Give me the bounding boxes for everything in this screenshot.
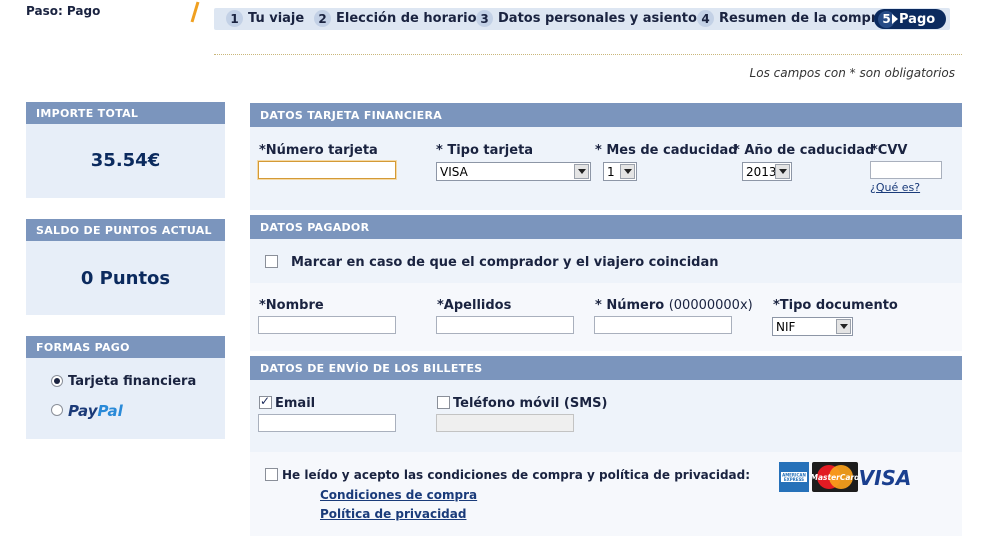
card-type-value: VISA — [440, 164, 468, 179]
svg-text:VISA: VISA — [860, 466, 910, 490]
expiry-month-select[interactable]: 1 — [603, 162, 637, 181]
name-label: *Nombre — [259, 298, 324, 313]
step-datos-personales[interactable]: 3 Datos personales y asientos — [476, 9, 705, 28]
expiry-year-select[interactable]: 2013 — [742, 162, 792, 181]
card-number-label: *Número tarjeta — [259, 143, 378, 158]
card-type-select[interactable]: VISA — [436, 162, 591, 181]
surname-input[interactable] — [436, 316, 574, 334]
chevron-down-icon[interactable] — [574, 164, 589, 179]
points-balance-header: SALDO DE PUNTOS ACTUAL — [26, 219, 225, 241]
document-number-input[interactable] — [594, 316, 732, 334]
step-pago-active: 5 Pago — [874, 9, 946, 29]
expiry-year-value: 2013 — [746, 164, 777, 179]
expiry-month-value: 1 — [607, 164, 615, 179]
email-input[interactable] — [258, 414, 396, 432]
total-amount-header: IMPORTE TOTAL — [26, 102, 225, 124]
paypal-logo[interactable]: PayPal — [68, 402, 123, 420]
step-label: Pago — [899, 11, 936, 27]
terms-checkbox[interactable] — [265, 468, 278, 481]
step-number: 1 — [226, 10, 243, 27]
svg-text:MasterCard: MasterCard — [812, 473, 858, 482]
card-number-input[interactable] — [258, 161, 396, 179]
card-section-header: DATOS TARJETA FINANCIERA — [250, 103, 962, 127]
payment-methods-panel — [26, 358, 225, 439]
surname-label: *Apellidos — [437, 298, 512, 313]
document-type-value: NIF — [776, 319, 796, 334]
same-as-traveler-label: Marcar en caso de que el comprador y el … — [291, 255, 719, 270]
step-divider-icon — [190, 1, 200, 23]
payment-card-radio[interactable] — [51, 375, 63, 387]
document-number-hint: (00000000x) — [668, 298, 753, 313]
sms-checkbox[interactable] — [437, 396, 450, 409]
email-label: Email — [275, 396, 316, 411]
step-eleccion-horario[interactable]: 2 Elección de horario — [314, 9, 477, 28]
step-tu-viaje[interactable]: 1 Tu viaje — [226, 9, 304, 28]
step-number: 3 — [476, 10, 493, 27]
cvv-help-link[interactable]: ¿Qué es? — [870, 181, 920, 194]
amex-logo-icon: AMERICAN EXPRESS — [779, 462, 809, 492]
chevron-down-icon[interactable] — [620, 164, 635, 179]
points-balance-value: 0 Puntos — [80, 268, 171, 289]
expiry-month-label: * Mes de caducidad — [595, 143, 738, 158]
step-number: 4 — [697, 10, 714, 27]
step-arrow-icon — [892, 14, 898, 24]
visa-logo-icon: VISA — [860, 466, 910, 490]
step-resumen-compra[interactable]: 4 Resumen de la compra — [697, 9, 886, 28]
chevron-down-icon[interactable] — [836, 319, 851, 334]
chevron-down-icon[interactable] — [775, 164, 790, 179]
document-number-label: * Número (00000000x) — [595, 298, 753, 313]
step-label: Datos personales y asientos — [498, 11, 705, 26]
payer-section-header: DATOS PAGADOR — [250, 215, 962, 239]
name-input[interactable] — [258, 316, 396, 334]
cvv-label: *CVV — [871, 143, 908, 158]
step-label: Elección de horario — [336, 11, 477, 26]
required-fields-note: Los campos con * son obligatorios — [749, 66, 955, 80]
step-label: Tu viaje — [248, 11, 305, 26]
svg-text:EXPRESS: EXPRESS — [784, 477, 804, 482]
mastercard-logo-icon: MasterCard — [812, 462, 858, 492]
payment-methods-header: FORMAS PAGO — [26, 336, 225, 358]
purchase-conditions-link[interactable]: Condiciones de compra — [320, 488, 477, 502]
cvv-input[interactable] — [870, 161, 942, 179]
total-amount-value: 35.54€ — [90, 150, 161, 171]
same-as-traveler-checkbox[interactable] — [265, 255, 278, 268]
email-checkbox[interactable] — [259, 394, 272, 409]
page-step-label: Paso: Pago — [26, 4, 101, 18]
step-number: 2 — [314, 10, 331, 27]
payment-paypal-radio[interactable] — [51, 404, 63, 416]
delivery-section-header: DATOS DE ENVÍO DE LOS BILLETES — [250, 356, 962, 380]
step-label: Resumen de la compra — [719, 11, 887, 26]
expiry-year-label: * Año de caducidad — [733, 143, 875, 158]
payment-card-label[interactable]: Tarjeta financiera — [68, 374, 196, 389]
divider — [214, 54, 962, 55]
document-type-select[interactable]: NIF — [772, 317, 853, 336]
sms-input — [436, 414, 574, 432]
terms-label: He leído y acepto las condiciones de com… — [282, 468, 751, 482]
card-type-label: * Tipo tarjeta — [436, 143, 534, 158]
privacy-policy-link[interactable]: Política de privacidad — [320, 507, 466, 521]
sms-label: Teléfono móvil (SMS) — [453, 396, 608, 411]
document-type-label: *Tipo documento — [773, 298, 898, 313]
